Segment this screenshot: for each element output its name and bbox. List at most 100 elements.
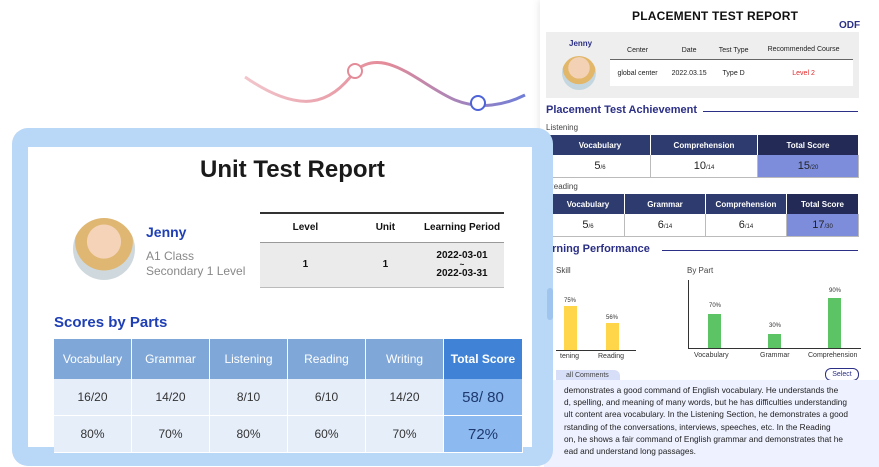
reading-score-comprehension-max: /14 bbox=[744, 224, 754, 230]
info-header-course-text: Recommended Course bbox=[767, 46, 840, 53]
part-percent-total: 72% bbox=[443, 415, 523, 453]
bar-vocabulary-label: 70% bbox=[709, 303, 722, 309]
unit-report-title: Unit Test Report bbox=[200, 156, 385, 183]
period-end: 2022-03-31 bbox=[436, 268, 488, 279]
by-part-label: By Part bbox=[687, 266, 714, 275]
by-part-chart: 70% 30% 90% bbox=[688, 280, 861, 349]
listening-score-total: 15/20 bbox=[757, 155, 859, 178]
comment-line: ead and understand long passages. bbox=[564, 446, 696, 457]
listening-score-comprehension-max: /14 bbox=[705, 165, 715, 171]
reading-header-comprehension: Comprehension bbox=[705, 194, 787, 214]
part-header-reading: Reading bbox=[287, 339, 366, 379]
bar-listening bbox=[564, 306, 577, 350]
listening-header-total: Total Score bbox=[757, 135, 859, 155]
bar-comprehension-label: 90% bbox=[829, 288, 842, 294]
listening-score-table: Vocabulary Comprehension Total Score 5/6… bbox=[550, 135, 859, 178]
part-xlabel-grammar: Grammar bbox=[760, 352, 790, 359]
part-header-grammar: Grammar bbox=[131, 339, 210, 379]
by-skill-label: Skill bbox=[556, 266, 571, 275]
info-value-type: Type D bbox=[713, 59, 755, 86]
by-skill-chart: 75% 56% bbox=[556, 280, 636, 351]
part-score-grammar: 14/20 bbox=[131, 379, 210, 416]
unit-student-level: Secondary 1 Level bbox=[146, 264, 246, 278]
placement-title: PLACEMENT TEST REPORT bbox=[632, 9, 799, 23]
part-score-total: 58/ 80 bbox=[443, 379, 523, 416]
listening-score-vocabulary: 5/6 bbox=[550, 155, 651, 178]
part-score-writing: 14/20 bbox=[365, 379, 444, 416]
unit-header-period: Learning Period bbox=[420, 212, 504, 243]
info-header-course: Recommended Course bbox=[754, 41, 853, 60]
part-xlabel-comprehension: Comprehension bbox=[808, 352, 858, 359]
unit-student-name: Jenny bbox=[146, 224, 187, 240]
scores-by-parts-table: Vocabulary Grammar Listening Reading Wri… bbox=[54, 339, 523, 453]
unit-header-level: Level bbox=[260, 212, 351, 243]
part-percent-grammar: 70% bbox=[131, 415, 210, 453]
reading-score-table: Vocabulary Grammar Comprehension Total S… bbox=[552, 194, 859, 237]
part-percent-listening: 80% bbox=[209, 415, 288, 453]
part-percent-reading: 60% bbox=[287, 415, 366, 453]
placement-info-table: Center Date Test Type Recommended Course… bbox=[610, 41, 853, 86]
reading-header-vocabulary: Vocabulary bbox=[552, 194, 625, 214]
reading-score-grammar: 6/14 bbox=[624, 214, 706, 237]
reading-score-comprehension: 6/14 bbox=[705, 214, 787, 237]
unit-value-period: 2022-03-01 ~ 2022-03-31 bbox=[420, 242, 504, 288]
part-header-writing: Writing bbox=[365, 339, 444, 379]
reading-score-vocabulary: 5/6 bbox=[552, 214, 625, 237]
unit-header-unit: Unit bbox=[350, 212, 420, 243]
placement-avatar bbox=[562, 56, 596, 90]
reading-score-grammar-max: /14 bbox=[663, 224, 673, 230]
bar-reading-label: 56% bbox=[606, 315, 619, 321]
reading-header-grammar: Grammar bbox=[624, 194, 706, 214]
decorative-wave bbox=[244, 60, 526, 111]
performance-title: arning Performance bbox=[546, 243, 650, 255]
bar-vocabulary bbox=[708, 314, 721, 348]
reading-score-total-value: 17 bbox=[812, 219, 825, 231]
bar-listening-label: 75% bbox=[564, 298, 577, 304]
part-score-listening: 8/10 bbox=[209, 379, 288, 416]
scores-by-parts-title: Scores by Parts bbox=[54, 314, 168, 331]
bar-grammar-label: 30% bbox=[769, 323, 782, 329]
reading-score-total-max: /30 bbox=[824, 224, 833, 230]
bar-reading bbox=[606, 323, 619, 350]
listening-score-vocabulary-max: /6 bbox=[600, 165, 606, 171]
odf-badge[interactable]: ODF bbox=[839, 20, 860, 31]
unit-student-class: A1 Class bbox=[146, 249, 195, 263]
listening-score-total-max: /20 bbox=[809, 165, 819, 171]
info-value-date: 2022.03.15 bbox=[665, 59, 714, 86]
part-header-vocabulary: Vocabulary bbox=[54, 339, 132, 379]
listening-score-total-value: 15 bbox=[797, 160, 810, 172]
listening-label: Listening bbox=[546, 123, 579, 132]
comment-line: on, he shows a fair command of English g… bbox=[564, 433, 844, 444]
placement-student-name: Jenny bbox=[569, 39, 593, 48]
listening-score-comprehension: 10/14 bbox=[650, 155, 758, 178]
info-header-center: Center bbox=[610, 41, 666, 60]
comment-line: demonstrates a good command of English v… bbox=[564, 385, 839, 395]
achievement-title: Placement Test Achievement bbox=[546, 104, 698, 116]
part-header-total: Total Score bbox=[443, 339, 523, 379]
part-percent-writing: 70% bbox=[365, 415, 444, 453]
tablet-side-button[interactable] bbox=[547, 288, 553, 320]
info-header-type: Test Type bbox=[713, 41, 755, 60]
part-percent-vocabulary: 80% bbox=[54, 415, 132, 453]
unit-value-unit: 1 bbox=[350, 242, 420, 288]
bar-grammar bbox=[768, 334, 781, 348]
listening-score-comprehension-value: 10 bbox=[693, 160, 706, 172]
reading-score-vocabulary-max: /6 bbox=[588, 224, 594, 230]
comment-line: d, spelling, and meaning of many words, … bbox=[564, 397, 848, 408]
info-header-date: Date bbox=[665, 41, 714, 60]
skill-xlabel-reading: Reading bbox=[598, 353, 625, 360]
comments-text: demonstrates a good command of English v… bbox=[564, 384, 879, 457]
comments-label: all Comments bbox=[566, 372, 609, 379]
comment-line: ult content area vocabulary. In the List… bbox=[564, 409, 848, 420]
info-value-center: global center bbox=[610, 59, 666, 86]
unit-value-level: 1 bbox=[260, 242, 351, 288]
reading-header-total: Total Score bbox=[786, 194, 859, 214]
reading-score-total: 17/30 bbox=[786, 214, 859, 237]
part-score-reading: 6/10 bbox=[287, 379, 366, 416]
listening-header-comprehension: Comprehension bbox=[650, 135, 758, 155]
achievement-divider bbox=[703, 111, 858, 112]
skill-xlabel-listening: tening bbox=[560, 353, 580, 360]
part-xlabel-vocabulary: Vocabulary bbox=[694, 352, 729, 359]
unit-avatar bbox=[73, 218, 135, 280]
unit-info-table: Level Unit Learning Period 1 1 2022-03-0… bbox=[260, 212, 504, 288]
